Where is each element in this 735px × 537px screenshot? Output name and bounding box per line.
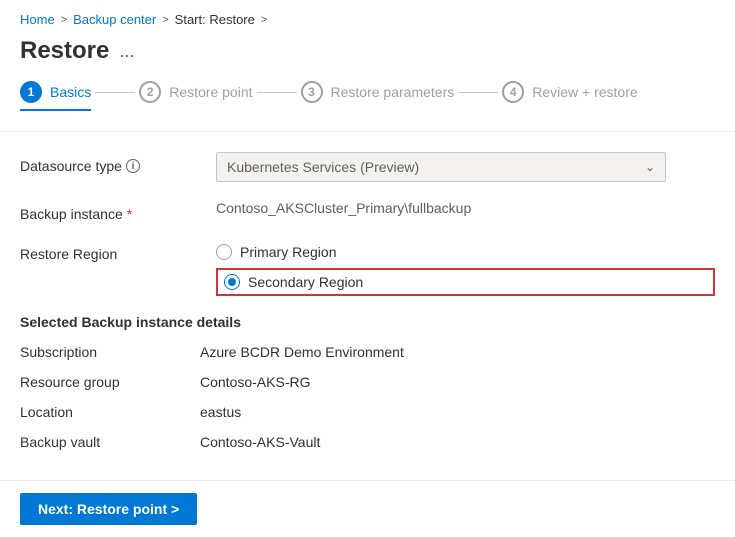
subscription-label: Subscription bbox=[20, 344, 200, 360]
location-value: eastus bbox=[200, 404, 241, 420]
step-circle-1: 1 bbox=[20, 81, 42, 103]
datasource-dropdown-value: Kubernetes Services (Preview) bbox=[227, 159, 419, 175]
restore-region-control: Primary Region Secondary Region bbox=[216, 240, 715, 296]
form-body: Datasource type i Kubernetes Services (P… bbox=[0, 152, 735, 450]
selected-backup-section-title: Selected Backup instance details bbox=[20, 314, 715, 330]
backup-vault-row: Backup vault Contoso-AKS-Vault bbox=[20, 434, 715, 450]
primary-region-label: Primary Region bbox=[240, 244, 336, 260]
subscription-value: Azure BCDR Demo Environment bbox=[200, 344, 404, 360]
page-menu-ellipsis[interactable]: ... bbox=[119, 41, 134, 62]
wizard-step-review-restore[interactable]: 4 Review + restore bbox=[502, 81, 637, 111]
datasource-type-label: Datasource type i bbox=[20, 152, 200, 174]
selected-backup-section: Selected Backup instance details Subscri… bbox=[20, 314, 715, 450]
step-sep-1 bbox=[95, 92, 135, 93]
page-title-row: Restore ... bbox=[0, 33, 735, 81]
breadcrumb: Home > Backup center > Start: Restore > bbox=[0, 0, 735, 33]
primary-region-option[interactable]: Primary Region bbox=[216, 244, 715, 260]
backup-instance-required: * bbox=[127, 206, 132, 222]
datasource-type-row: Datasource type i Kubernetes Services (P… bbox=[20, 152, 715, 182]
wizard-step-basics[interactable]: 1 Basics bbox=[20, 81, 91, 111]
footer-bar: Next: Restore point > bbox=[0, 480, 735, 537]
breadcrumb-current: Start: Restore bbox=[175, 12, 255, 27]
secondary-region-radio-dot bbox=[228, 278, 236, 286]
datasource-type-control: Kubernetes Services (Preview) ⌄ bbox=[216, 152, 715, 182]
step-label-basics: Basics bbox=[50, 84, 91, 100]
step-circle-4: 4 bbox=[502, 81, 524, 103]
step-sep-2 bbox=[257, 92, 297, 93]
page-title: Restore bbox=[20, 37, 109, 65]
breadcrumb-sep-1: > bbox=[61, 14, 67, 26]
secondary-region-label: Secondary Region bbox=[248, 274, 363, 290]
step-label-review-restore: Review + restore bbox=[532, 84, 637, 100]
step-sep-3 bbox=[458, 92, 498, 93]
next-button[interactable]: Next: Restore point > bbox=[20, 493, 197, 525]
wizard-steps: 1 Basics 2 Restore point 3 Restore param… bbox=[0, 81, 735, 132]
step-circle-3: 3 bbox=[301, 81, 323, 103]
secondary-region-highlight: Secondary Region bbox=[216, 268, 715, 296]
breadcrumb-backup-center[interactable]: Backup center bbox=[73, 12, 156, 27]
dropdown-arrow-icon: ⌄ bbox=[645, 160, 655, 174]
backup-instance-label: Backup instance * bbox=[20, 200, 200, 222]
breadcrumb-home[interactable]: Home bbox=[20, 12, 55, 27]
breadcrumb-sep-3: > bbox=[261, 14, 267, 26]
secondary-region-radio[interactable] bbox=[224, 274, 240, 290]
backup-vault-value: Contoso-AKS-Vault bbox=[200, 434, 320, 450]
primary-region-radio[interactable] bbox=[216, 244, 232, 260]
resource-group-value: Contoso-AKS-RG bbox=[200, 374, 310, 390]
datasource-dropdown[interactable]: Kubernetes Services (Preview) ⌄ bbox=[216, 152, 666, 182]
resource-group-row: Resource group Contoso-AKS-RG bbox=[20, 374, 715, 390]
location-label: Location bbox=[20, 404, 200, 420]
restore-region-radio-group: Primary Region Secondary Region bbox=[216, 240, 715, 296]
wizard-step-restore-parameters[interactable]: 3 Restore parameters bbox=[301, 81, 455, 111]
step-label-restore-parameters: Restore parameters bbox=[331, 84, 455, 100]
step-circle-2: 2 bbox=[139, 81, 161, 103]
wizard-step-restore-point[interactable]: 2 Restore point bbox=[139, 81, 252, 111]
location-row: Location eastus bbox=[20, 404, 715, 420]
datasource-info-icon[interactable]: i bbox=[126, 159, 140, 173]
step-label-restore-point: Restore point bbox=[169, 84, 252, 100]
restore-region-label: Restore Region bbox=[20, 240, 200, 262]
breadcrumb-sep-2: > bbox=[162, 14, 168, 26]
backup-instance-value: Contoso_AKSCluster_Primary\fullbackup bbox=[216, 194, 471, 216]
backup-instance-control: Contoso_AKSCluster_Primary\fullbackup bbox=[216, 200, 715, 216]
restore-region-row: Restore Region Primary Region Secondary … bbox=[20, 240, 715, 296]
subscription-row: Subscription Azure BCDR Demo Environment bbox=[20, 344, 715, 360]
backup-vault-label: Backup vault bbox=[20, 434, 200, 450]
resource-group-label: Resource group bbox=[20, 374, 200, 390]
secondary-region-option[interactable]: Secondary Region bbox=[224, 274, 363, 290]
backup-instance-row: Backup instance * Contoso_AKSCluster_Pri… bbox=[20, 200, 715, 222]
